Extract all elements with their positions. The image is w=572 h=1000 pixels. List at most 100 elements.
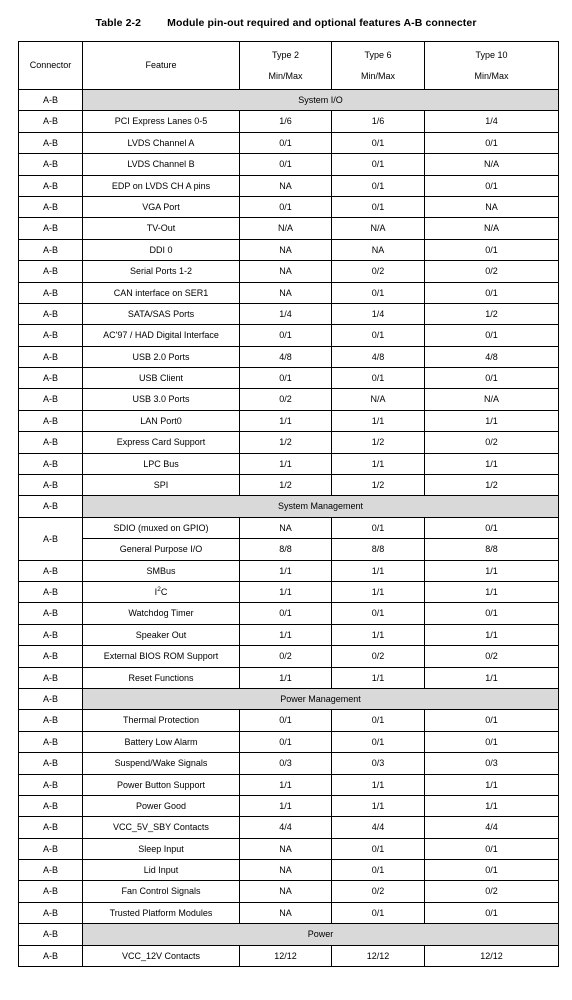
table-caption-number: Table 2-2 [95, 17, 142, 29]
cell-feature: EDP on LVDS CH A pins [82, 174, 240, 197]
cell-type6: 1/1 [331, 580, 425, 604]
cell-type2: 1/4 [239, 302, 332, 326]
section-header-row: A-B System Management [18, 495, 559, 518]
table-row: A-B Express Card Support 1/2 1/2 0/2 [18, 431, 559, 454]
table-row: A-B USB 3.0 Ports 0/2 N/A N/A [18, 388, 559, 411]
cell-feature: Serial Ports 1-2 [82, 260, 240, 283]
cell-type2: NA [239, 880, 332, 903]
cell-feature: SDIO (muxed on GPIO) [82, 516, 240, 540]
cell-type2: 1/1 [239, 559, 332, 582]
cell-type10: 0/1 [424, 174, 559, 197]
cell-type10: 1/1 [424, 794, 559, 818]
cell-type10: 0/1 [424, 730, 559, 754]
cell-type6: 1/2 [331, 431, 425, 454]
table-row: A-B PCI Express Lanes 0-5 1/6 1/6 1/4 [18, 110, 559, 133]
cell-type6: 0/1 [331, 324, 425, 347]
cell-type6: N/A [331, 217, 425, 240]
cell-type2: NA [239, 174, 332, 197]
cell-feature: Watchdog Timer [82, 602, 240, 625]
cell-connector: A-B [18, 666, 83, 689]
cell-feature: VGA Port [82, 195, 240, 219]
cell-type10: NA [424, 195, 559, 219]
cell-type10: 0/1 [424, 324, 559, 347]
cell-type6: 0/1 [331, 901, 425, 925]
table-row: A-B VCC_12V Contacts 12/12 12/12 12/12 [18, 944, 559, 968]
document-page: Table 2-2 Module pin-out required and opt… [0, 0, 572, 1000]
cell-type6: 4/8 [331, 345, 425, 369]
cell-connector: A-B [18, 452, 83, 476]
cell-type2: 1/6 [239, 110, 332, 133]
cell-connector: A-B [18, 260, 83, 283]
table-row: A-B Lid Input NA 0/1 0/1 [18, 859, 559, 882]
cell-type10: 0/1 [424, 709, 559, 732]
cell-connector: A-B [18, 388, 83, 411]
module-pinout-table: Connector Feature Type 2 Min/Max Type 6 … [18, 41, 559, 968]
cell-feature: Thermal Protection [82, 709, 240, 732]
cell-type2: NA [239, 281, 332, 304]
cell-feature: CAN interface on SER1 [82, 281, 240, 304]
table-row: A-B Thermal Protection 0/1 0/1 0/1 [18, 709, 559, 732]
cell-feature: Battery Low Alarm [82, 730, 240, 754]
table-row: A-B Power Button Support 1/1 1/1 1/1 [18, 773, 559, 796]
cell-type6: 0/1 [331, 153, 425, 176]
cell-feature: SPI [82, 474, 240, 497]
cell-feature: LAN Port0 [82, 409, 240, 433]
table-row: A-B External BIOS ROM Support 0/2 0/2 0/2 [18, 645, 559, 668]
cell-type10: 0/2 [424, 431, 559, 454]
cell-type6: 1/1 [331, 409, 425, 433]
cell-connector: A-B [18, 217, 83, 240]
cell-type2: 1/2 [239, 431, 332, 454]
cell-type6: 0/1 [331, 602, 425, 625]
cell-type6: 0/2 [331, 645, 425, 668]
cell-connector: A-B [18, 837, 83, 861]
cell-feature: Sleep Input [82, 837, 240, 861]
table-row: A-B CAN interface on SER1 NA 0/1 0/1 [18, 281, 559, 304]
cell-feature: External BIOS ROM Support [82, 645, 240, 668]
cell-type6: 1/1 [331, 559, 425, 582]
column-header-type2-subtitle: Min/Max [268, 71, 303, 81]
cell-type10: 1/1 [424, 773, 559, 796]
column-header-type2: Type 2 Min/Max [239, 41, 332, 90]
cell-feature: Express Card Support [82, 431, 240, 454]
cell-type10: 1/2 [424, 302, 559, 326]
cell-connector: A-B [18, 623, 83, 647]
cell-type10: 0/2 [424, 260, 559, 283]
cell-type10: 1/1 [424, 452, 559, 476]
cell-connector: A-B [18, 238, 83, 262]
section-title: System I/O [82, 88, 559, 112]
table-body: A-B System I/O A-B PCI Express Lanes 0-5 1/6… [18, 88, 559, 968]
cell-type6: 0/3 [331, 752, 425, 775]
cell-type6: NA [331, 238, 425, 262]
cell-type2: 0/1 [239, 730, 332, 754]
table-row: A-B SMBus 1/1 1/1 1/1 [18, 559, 559, 582]
cell-feature: VCC_5V_SBY Contacts [82, 816, 240, 839]
cell-feature: DDI 0 [82, 238, 240, 262]
cell-type2: 1/1 [239, 409, 332, 433]
table-row: A-B Watchdog Timer 0/1 0/1 0/1 [18, 602, 559, 625]
cell-connector: A-B [18, 431, 83, 454]
cell-feature: Trusted Platform Modules [82, 901, 240, 925]
cell-type6: 0/1 [331, 730, 425, 754]
cell-feature: VCC_12V Contacts [82, 944, 240, 968]
cell-feature: SMBus [82, 559, 240, 582]
cell-type10: N/A [424, 388, 559, 411]
cell-type2: 1/1 [239, 623, 332, 647]
cell-connector: A-B [18, 580, 83, 604]
cell-type10: 0/3 [424, 752, 559, 775]
table-header: Connector Feature Type 2 Min/Max Type 6 … [18, 41, 559, 90]
cell-feature: USB 2.0 Ports [82, 345, 240, 369]
cell-type10: 0/1 [424, 516, 559, 540]
cell-connector: A-B [18, 901, 83, 925]
cell-type6: 1/6 [331, 110, 425, 133]
cell-type10: 0/1 [424, 281, 559, 304]
table-row: A-B EDP on LVDS CH A pins NA 0/1 0/1 [18, 174, 559, 197]
cell-connector: A-B [18, 923, 83, 946]
cell-type2: 0/1 [239, 153, 332, 176]
cell-type6: 0/1 [331, 195, 425, 219]
column-header-type2-title: Type 2 [271, 49, 300, 60]
cell-type6: 0/2 [331, 880, 425, 903]
cell-type6: N/A [331, 388, 425, 411]
column-header-type6-subtitle: Min/Max [360, 71, 395, 81]
cell-type6: 4/4 [331, 816, 425, 839]
cell-type6: 0/1 [331, 367, 425, 390]
